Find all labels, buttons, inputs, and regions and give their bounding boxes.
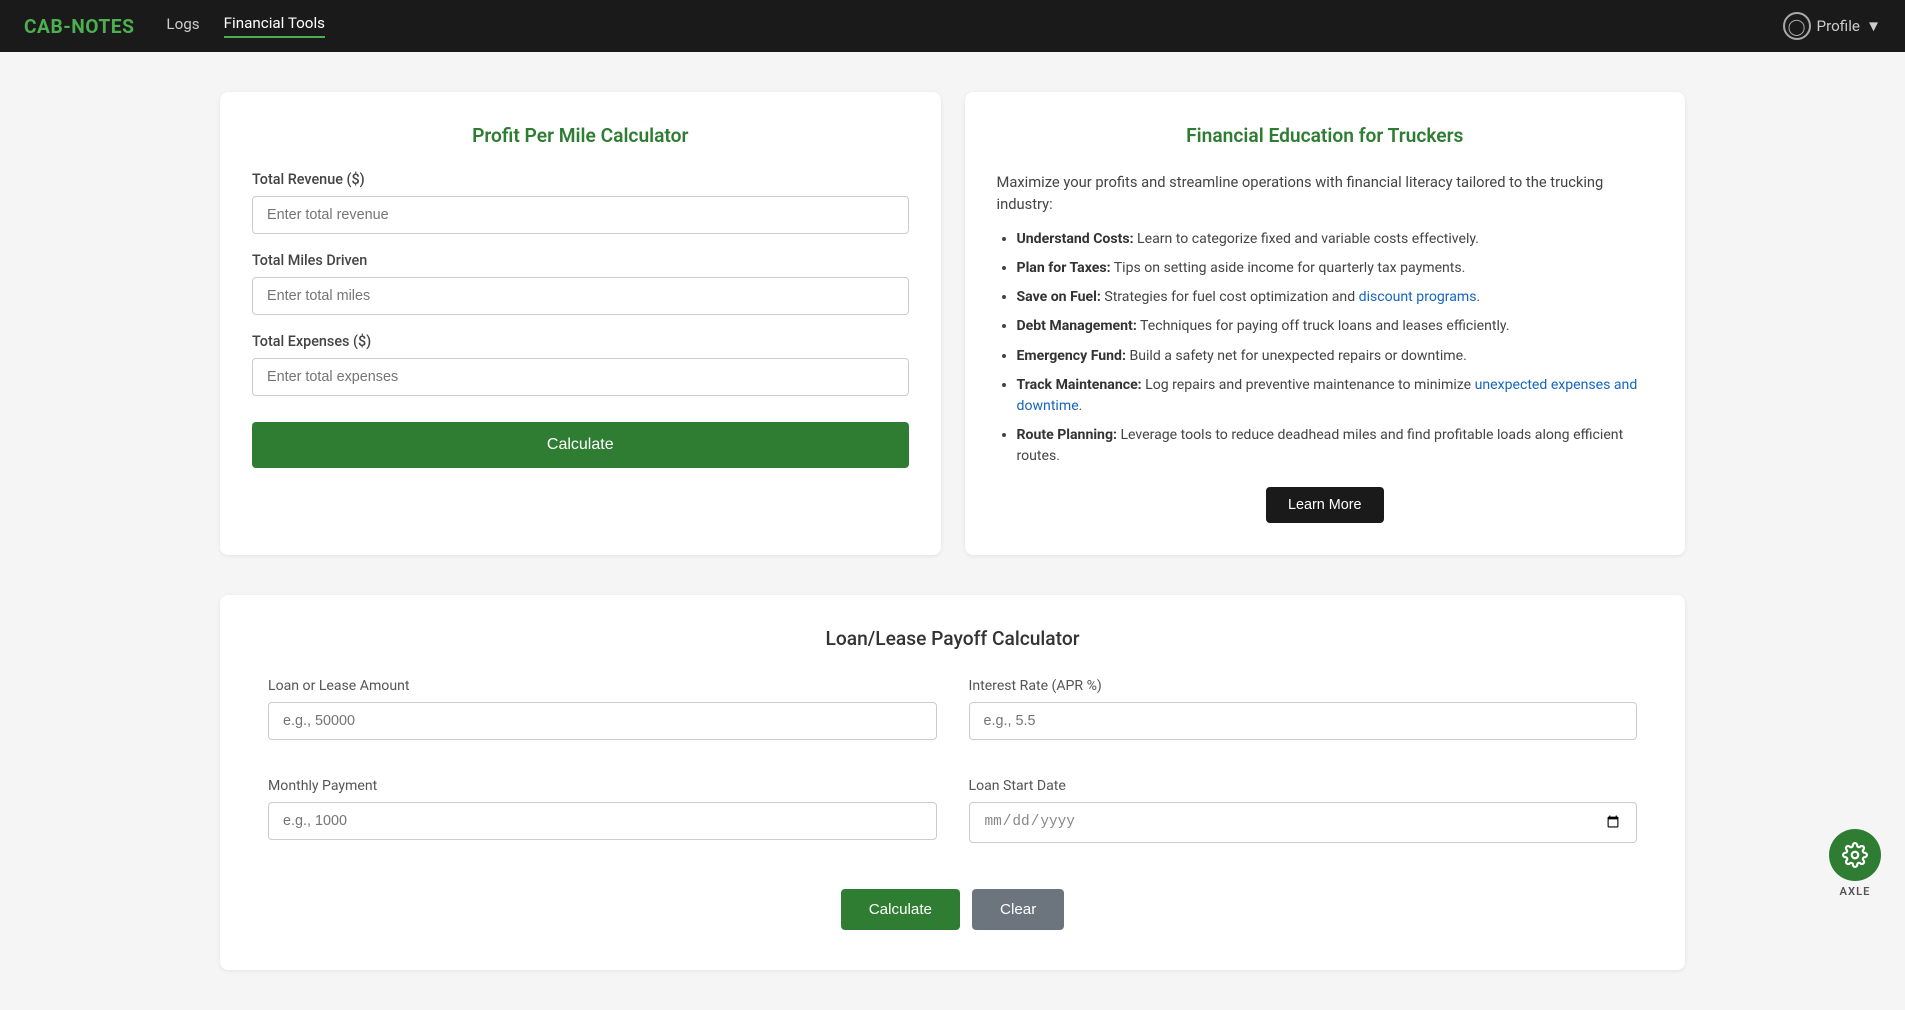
interest-rate-field: Interest Rate (APR %) <box>969 678 1638 740</box>
list-item-bold: Debt Management: <box>1017 318 1137 334</box>
list-item: Track Maintenance: Log repairs and preve… <box>1017 375 1654 417</box>
list-item: Understand Costs: Learn to categorize fi… <box>1017 229 1654 250</box>
financial-education-card: Financial Education for Truckers Maximiz… <box>965 92 1686 555</box>
list-item-bold: Route Planning: <box>1017 427 1117 443</box>
loan-start-date-label: Loan Start Date <box>969 778 1638 794</box>
profile-icon: ◯ <box>1783 12 1811 40</box>
learn-more-button[interactable]: Learn More <box>1266 487 1384 523</box>
loan-start-date-field: Loan Start Date <box>969 778 1638 842</box>
profile-chevron-icon: ▼ <box>1866 17 1881 35</box>
list-item-bold: Save on Fuel: <box>1017 289 1101 305</box>
list-item-bold: Emergency Fund: <box>1017 348 1126 364</box>
interest-rate-label: Interest Rate (APR %) <box>969 678 1638 694</box>
profile-label: Profile <box>1817 17 1860 35</box>
financial-education-list: Understand Costs: Learn to categorize fi… <box>997 229 1654 467</box>
loan-calculator-title: Loan/Lease Payoff Calculator <box>268 627 1637 650</box>
profit-calculator-title: Profit Per Mile Calculator <box>252 124 909 147</box>
loan-calculator-card: Loan/Lease Payoff Calculator Loan or Lea… <box>220 595 1685 969</box>
total-revenue-field: Total Revenue ($) <box>252 171 909 234</box>
top-row: Profit Per Mile Calculator Total Revenue… <box>220 92 1685 555</box>
total-miles-label: Total Miles Driven <box>252 252 909 269</box>
interest-rate-input[interactable] <box>969 702 1638 740</box>
navbar: CAB-NOTES Logs Financial Tools ◯ Profile… <box>0 0 1905 52</box>
profit-calculate-button[interactable]: Calculate <box>252 422 909 468</box>
monthly-payment-field: Monthly Payment <box>268 778 937 842</box>
total-revenue-label: Total Revenue ($) <box>252 171 909 188</box>
nav-link-financial-tools[interactable]: Financial Tools <box>224 14 325 38</box>
total-expenses-label: Total Expenses ($) <box>252 333 909 350</box>
axle-fab[interactable]: AXLE <box>1829 829 1881 898</box>
list-item: Route Planning: Leverage tools to reduce… <box>1017 425 1654 467</box>
loan-clear-button[interactable]: Clear <box>972 889 1064 930</box>
loan-amount-label: Loan or Lease Amount <box>268 678 937 694</box>
axle-fab-icon <box>1829 829 1881 881</box>
nav-links: Logs Financial Tools <box>166 14 1782 38</box>
list-item-bold: Plan for Taxes: <box>1017 260 1111 276</box>
monthly-payment-input[interactable] <box>268 802 937 840</box>
total-miles-field: Total Miles Driven <box>252 252 909 315</box>
total-miles-input[interactable] <box>252 277 909 315</box>
app-logo: CAB-NOTES <box>24 15 134 38</box>
monthly-payment-label: Monthly Payment <box>268 778 937 794</box>
loan-calculate-button[interactable]: Calculate <box>841 889 960 930</box>
list-item: Save on Fuel: Strategies for fuel cost o… <box>1017 287 1654 308</box>
nav-link-logs[interactable]: Logs <box>166 15 199 37</box>
total-revenue-input[interactable] <box>252 196 909 234</box>
list-item: Debt Management: Techniques for paying o… <box>1017 316 1654 337</box>
list-item: Emergency Fund: Build a safety net for u… <box>1017 346 1654 367</box>
loan-button-row: Calculate Clear <box>268 889 1637 930</box>
main-content: Profit Per Mile Calculator Total Revenue… <box>0 52 1905 1010</box>
list-item: Plan for Taxes: Tips on setting aside in… <box>1017 258 1654 279</box>
profile-menu[interactable]: ◯ Profile ▼ <box>1783 12 1881 40</box>
list-item-bold: Track Maintenance: <box>1017 377 1142 393</box>
list-item-bold: Understand Costs: <box>1017 231 1134 247</box>
loan-amount-input[interactable] <box>268 702 937 740</box>
loan-fields-grid: Loan or Lease Amount Interest Rate (APR … <box>268 678 1637 860</box>
financial-education-intro: Maximize your profits and streamline ope… <box>997 171 1654 215</box>
discount-link: discount programs <box>1359 289 1477 305</box>
axle-fab-label: AXLE <box>1840 885 1871 898</box>
profit-calculator-card: Profit Per Mile Calculator Total Revenue… <box>220 92 941 555</box>
financial-education-title: Financial Education for Truckers <box>997 124 1654 147</box>
total-expenses-field: Total Expenses ($) <box>252 333 909 396</box>
loan-amount-field: Loan or Lease Amount <box>268 678 937 740</box>
total-expenses-input[interactable] <box>252 358 909 396</box>
loan-start-date-input[interactable] <box>969 802 1638 842</box>
